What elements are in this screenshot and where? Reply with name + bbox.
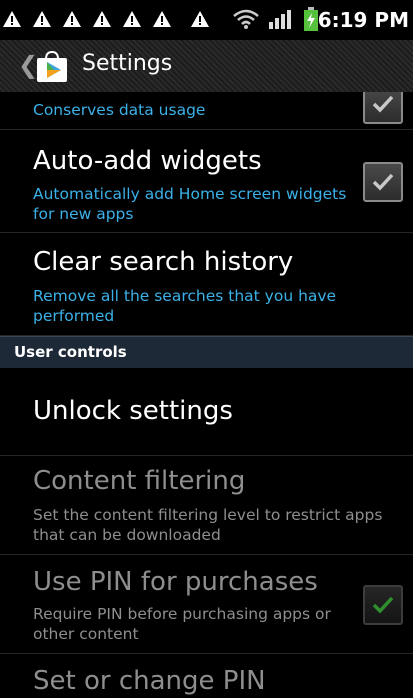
warning-icon [3, 11, 21, 27]
checkmark-icon [372, 596, 394, 614]
setting-summary: Automatically add Home screen widgets fo… [33, 185, 347, 223]
setting-title: Auto-add widgets [33, 146, 262, 176]
warning-icon [123, 11, 141, 27]
screen-title: Settings [82, 51, 173, 76]
setting-row-use-pin[interactable]: Use PIN for purchases Require PIN before… [0, 555, 413, 654]
wifi-icon [233, 9, 259, 29]
warning-icon [153, 11, 171, 27]
data-usage-checkbox[interactable] [363, 92, 403, 124]
checkmark-icon [372, 95, 394, 113]
setting-title: Clear search history [33, 247, 294, 277]
setting-summary: Set the content filtering level to restr… [33, 506, 383, 544]
setting-row-data-usage[interactable]: Conserves data usage [0, 92, 413, 130]
setting-title: Use PIN for purchases [33, 567, 318, 597]
warning-icon [93, 11, 111, 27]
section-header-label: User controls [14, 343, 127, 361]
settings-list[interactable]: Conserves data usage Auto-add widgets Au… [0, 92, 413, 698]
play-store-icon[interactable] [35, 51, 69, 83]
action-bar: ❮ Settings [0, 40, 413, 92]
warning-icon [33, 11, 51, 27]
status-bar: 6:19 PM [0, 0, 413, 40]
use-pin-checkbox[interactable] [363, 585, 403, 625]
warning-icon [191, 11, 209, 27]
checkmark-icon [372, 173, 394, 191]
warning-icon [63, 11, 81, 27]
status-time: 6:19 PM [317, 8, 409, 32]
setting-title: Unlock settings [33, 396, 233, 426]
section-header-user-controls: User controls [0, 336, 413, 368]
setting-summary: Require PIN before purchasing apps or ot… [33, 605, 331, 643]
setting-row-clear-search-history[interactable]: Clear search history Remove all the sear… [0, 233, 413, 336]
setting-summary: Remove all the searches that you have pe… [33, 287, 337, 325]
auto-add-widgets-checkbox[interactable] [363, 162, 403, 202]
signal-icon [269, 10, 291, 29]
setting-row-auto-add-widgets[interactable]: Auto-add widgets Automatically add Home … [0, 130, 413, 233]
setting-row-content-filtering[interactable]: Content filtering Set the content filter… [0, 456, 413, 555]
setting-title: Content filtering [33, 466, 246, 496]
setting-row-change-pin[interactable]: Set or change PIN [0, 654, 413, 698]
setting-summary: Conserves data usage [33, 101, 206, 119]
setting-title: Set or change PIN [33, 666, 266, 696]
battery-charging-icon [304, 7, 318, 31]
setting-row-unlock-settings[interactable]: Unlock settings [0, 368, 413, 456]
